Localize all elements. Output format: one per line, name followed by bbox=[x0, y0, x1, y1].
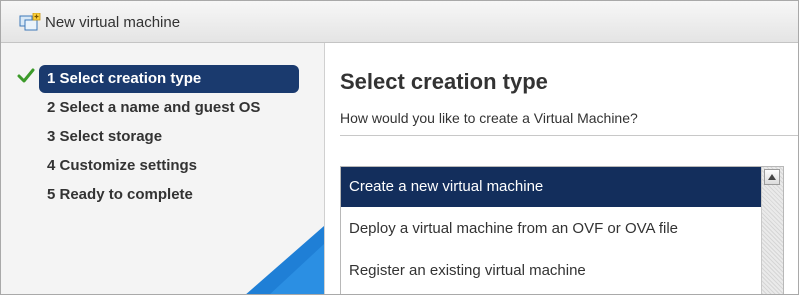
page-title: Select creation type bbox=[340, 69, 548, 94]
dialog-titlebar: New virtual machine bbox=[1, 1, 798, 43]
page-subtitle: How would you like to create a Virtual M… bbox=[340, 110, 638, 126]
new-vm-icon bbox=[19, 12, 41, 31]
wizard-step-ready-to-complete[interactable]: 5 Ready to complete bbox=[47, 181, 193, 209]
decorative-corner-graphic bbox=[246, 226, 324, 294]
list-item-label: Deploy a virtual machine from an OVF or … bbox=[349, 220, 679, 237]
new-vm-dialog: New virtual machine 1 Select creation ty… bbox=[0, 0, 799, 295]
wizard-step-label: 2 Select a name and guest OS bbox=[47, 99, 261, 116]
list-scrollbar[interactable] bbox=[761, 167, 783, 294]
option-register-existing-vm[interactable]: Register an existing virtual machine bbox=[341, 251, 761, 291]
creation-type-list[interactable]: Create a new virtual machine Deploy a vi… bbox=[340, 166, 784, 294]
check-icon bbox=[17, 67, 35, 85]
wizard-step-select-storage[interactable]: 3 Select storage bbox=[47, 123, 162, 151]
wizard-step-label: 1 Select creation type bbox=[47, 70, 202, 87]
scroll-up-button[interactable] bbox=[764, 169, 780, 185]
wizard-content: Select creation type How would you like … bbox=[325, 43, 798, 294]
wizard-step-label: 4 Customize settings bbox=[47, 157, 198, 174]
wizard-step-label: 5 Ready to complete bbox=[47, 186, 193, 203]
list-item-label: Register an existing virtual machine bbox=[349, 262, 586, 279]
chevron-up-icon bbox=[768, 174, 776, 180]
list-item-label: Create a new virtual machine bbox=[349, 178, 544, 195]
wizard-step-select-name-guest-os[interactable]: 2 Select a name and guest OS bbox=[47, 94, 260, 122]
dialog-title: New virtual machine bbox=[45, 14, 181, 31]
wizard-step-customize-settings[interactable]: 4 Customize settings bbox=[47, 152, 197, 180]
wizard-steps-panel: 1 Select creation type 2 Select a name a… bbox=[1, 43, 325, 294]
option-create-new-vm[interactable]: Create a new virtual machine bbox=[341, 167, 761, 207]
option-deploy-from-ovf-ova[interactable]: Deploy a virtual machine from an OVF or … bbox=[341, 209, 761, 249]
divider bbox=[340, 135, 798, 136]
wizard-step-label: 3 Select storage bbox=[47, 128, 163, 145]
wizard-step-select-creation-type[interactable]: 1 Select creation type bbox=[39, 65, 299, 93]
